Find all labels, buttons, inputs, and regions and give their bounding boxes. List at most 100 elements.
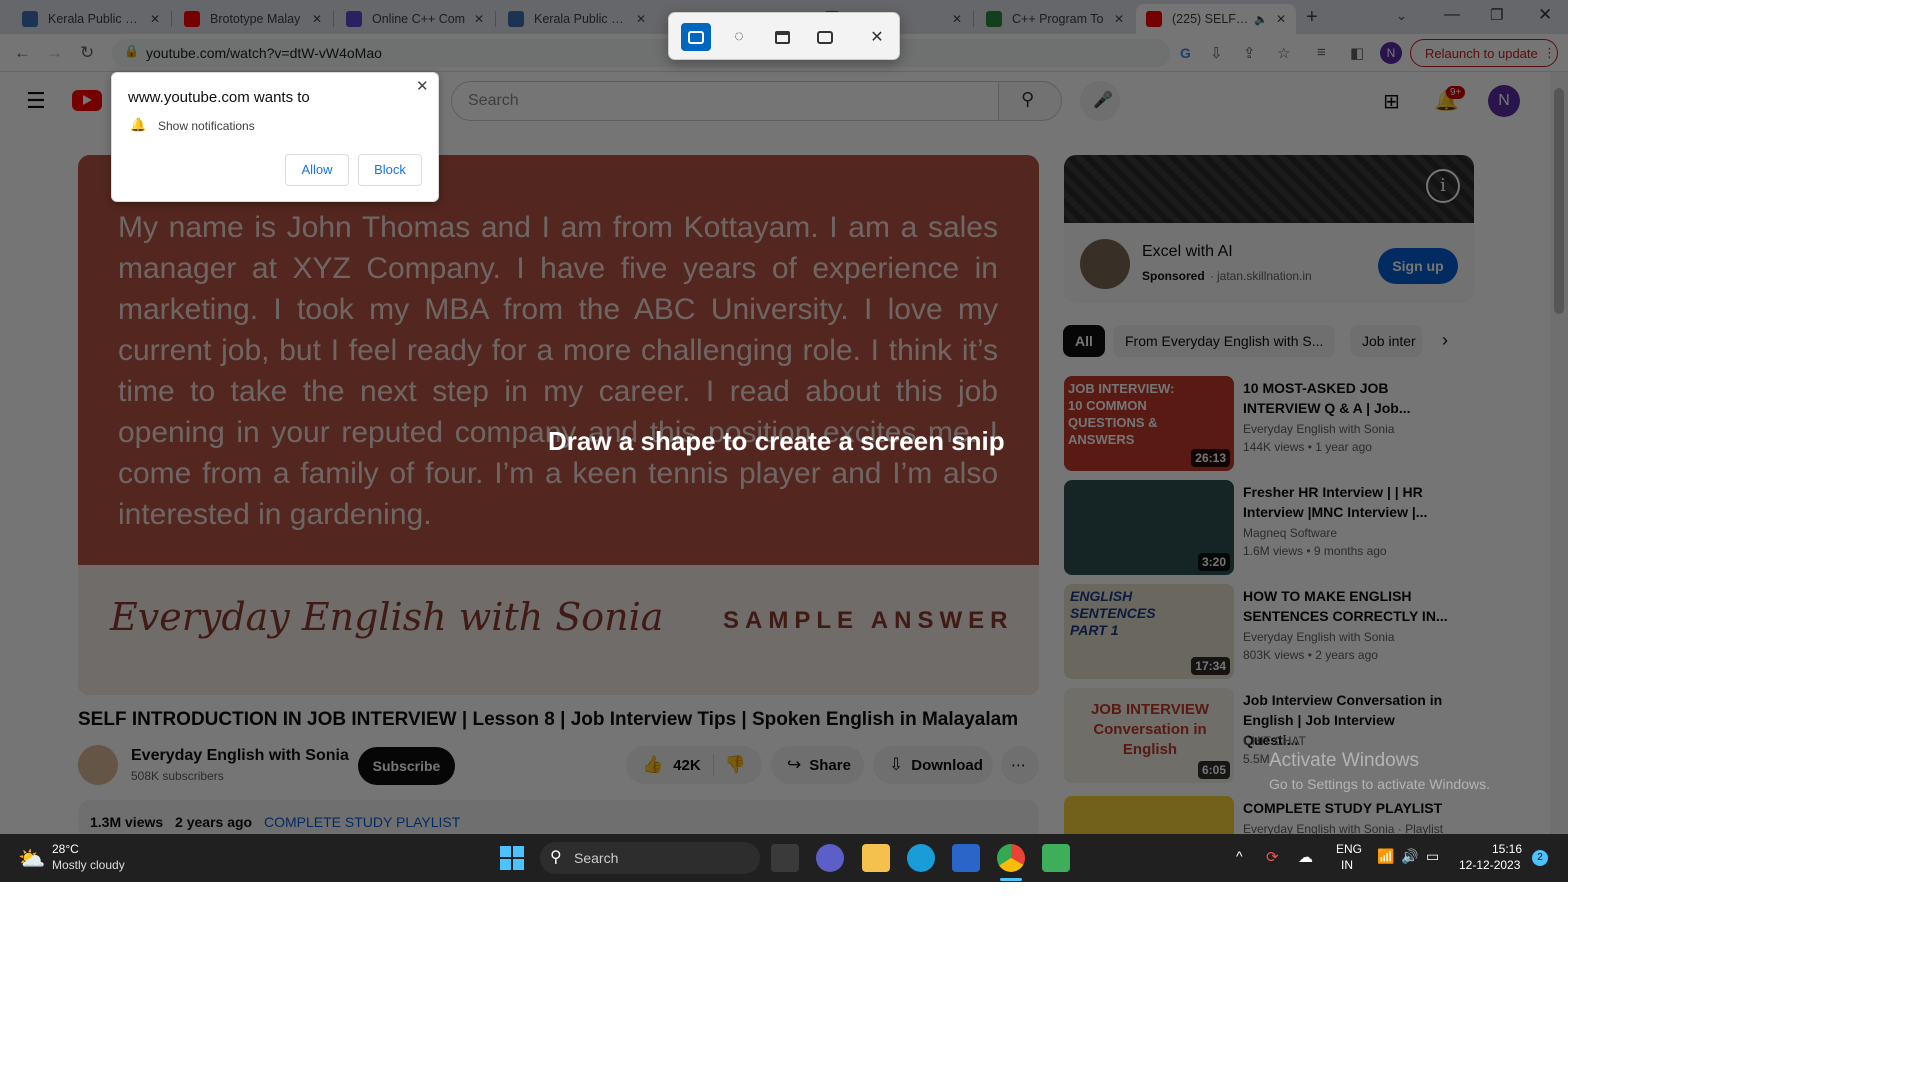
rec-title[interactable]: COMPLETE STUDY PLAYLIST [1243,798,1448,818]
chrome-icon[interactable] [997,844,1025,872]
close-tab-icon[interactable]: ✕ [636,12,646,26]
search-input[interactable]: Search [451,81,999,121]
rec-title[interactable]: HOW TO MAKE ENGLISH SENTENCES CORRECTLY … [1243,586,1448,626]
onedrive-icon[interactable]: ☁ [1298,848,1313,866]
hamburger-menu-icon[interactable]: ☰ [26,88,46,114]
close-snip-button[interactable]: ✕ [862,23,892,51]
like-count[interactable]: 42K [673,757,701,774]
battery-icon[interactable]: ▭ [1426,848,1439,865]
edge-icon[interactable] [907,844,935,872]
minimize-icon[interactable]: — [1444,6,1460,24]
youtube-logo[interactable] [72,90,102,111]
freeform-snip-button[interactable]: ◌ [724,23,754,51]
video-player[interactable]: My name is John Thomas and I am from Kot… [78,155,1039,695]
sponsored-ad[interactable]: i Excel with AI Sponsored · jatan.skilln… [1064,155,1474,303]
rec-channel[interactable]: Magneq Software [1243,526,1337,540]
google-lens-icon[interactable]: G [1180,45,1191,61]
clock-date[interactable]: 12-12-2023 [1459,858,1520,872]
close-tab-icon[interactable]: ✕ [1276,12,1286,26]
close-tab-icon[interactable]: ✕ [312,12,322,26]
search-button[interactable]: ⚲ [998,81,1062,121]
lock-icon[interactable]: 🔒 [124,44,139,58]
allow-button[interactable]: Allow [285,154,349,186]
rec-title[interactable]: Fresher HR Interview | | HR Interview |M… [1243,482,1448,522]
start-button[interactable] [498,844,526,872]
chip-job-interview[interactable]: Job inter [1350,325,1422,357]
region-code[interactable]: IN [1341,858,1353,872]
channel-name[interactable]: Everyday English with Sonia [131,747,349,765]
store-icon[interactable] [952,844,980,872]
subscribe-button[interactable]: Subscribe [358,747,455,785]
window-snip-button[interactable] [767,23,797,51]
more-actions-button[interactable]: ⋯ [1001,746,1039,784]
page-scrollbar[interactable] [1550,72,1568,834]
bookmark-star-icon[interactable]: ☆ [1277,44,1290,62]
share-page-icon[interactable]: ⇪ [1243,44,1256,62]
dislike-icon[interactable]: 👎 [725,755,746,775]
notepad-icon[interactable] [1042,844,1070,872]
side-panel-icon[interactable]: ◧ [1350,44,1364,62]
user-avatar[interactable]: N [1488,85,1520,117]
close-tab-icon[interactable]: ✕ [474,12,484,26]
rec-channel[interactable]: Everyday English with Sonia [1243,422,1394,436]
video-thumbnail[interactable]: ENGLISH SENTENCES PART 1 17:34 [1064,584,1234,679]
recommended-video[interactable]: JOB INTERVIEW: 10 COMMON QUESTIONS & ANS… [1064,376,1484,474]
forward-icon[interactable]: → [46,43,63,63]
chip-channel[interactable]: From Everyday English with S... [1113,325,1336,357]
close-tab-icon[interactable]: ✕ [150,12,160,26]
browser-tab[interactable]: Online C++ Com ✕ [336,4,494,34]
video-thumbnail[interactable]: JOB INTERVIEW Conversation in English 6:0… [1064,688,1234,783]
rectangle-snip-button[interactable] [681,23,711,51]
rec-channel[interactable]: Everyday English with Sonia [1243,630,1394,644]
new-tab-icon[interactable]: + [1306,6,1318,29]
browser-tab[interactable]: C++ Program To ✕ [976,4,1134,34]
playlist-thumbnail[interactable] [1064,796,1234,834]
close-tab-icon[interactable]: ✕ [952,12,962,26]
wifi-icon[interactable]: 📶 [1377,848,1394,865]
rec-channel[interactable]: Everyday English with Sonia · Playlist [1243,822,1443,834]
taskbar-search-box[interactable]: ⚲ Search [540,842,760,874]
url-text[interactable]: youtube.com/watch?v=dtW-vW4oMao [146,45,382,61]
recommended-video[interactable]: ENGLISH SENTENCES PART 1 17:34 HOW TO MAK… [1064,584,1484,682]
browser-tab-active[interactable]: (225) SELF IN 🔈 ✕ [1136,4,1296,34]
ad-signup-button[interactable]: Sign up [1378,248,1458,284]
notification-center-badge[interactable]: 2 [1532,850,1548,866]
block-button[interactable]: Block [358,154,422,186]
tab-search-icon[interactable]: ⌄ [1396,8,1407,24]
chip-all[interactable]: All [1063,325,1105,357]
channel-avatar[interactable] [78,745,118,785]
sync-icon[interactable]: ⟳ [1266,848,1279,866]
download-button[interactable]: ⇩ Download [873,746,993,784]
weather-temp[interactable]: 28°C [52,842,79,856]
speaker-icon[interactable]: 🔈 [1254,13,1268,26]
recommended-playlist[interactable]: COMPLETE STUDY PLAYLIST Everyday English… [1064,796,1484,834]
share-button[interactable]: ↪ Share [771,746,864,784]
chevron-right-icon[interactable]: › [1442,330,1448,351]
weather-icon[interactable]: ⛅ [18,846,45,872]
scrollbar-thumb[interactable] [1554,88,1564,314]
chat-icon[interactable] [816,844,844,872]
browser-tab[interactable]: Kerala Public Ser ✕ [498,4,656,34]
close-tab-icon[interactable]: ✕ [1114,12,1124,26]
kebab-menu-icon[interactable]: ⋮ [1543,45,1556,61]
clock-time[interactable]: 15:16 [1492,842,1522,856]
back-icon[interactable]: ← [14,43,31,63]
weather-desc[interactable]: Mostly cloudy [52,858,125,872]
rec-title[interactable]: 10 MOST-ASKED JOB INTERVIEW Q & A | Job.… [1243,378,1448,418]
video-thumbnail[interactable]: JOB INTERVIEW: 10 COMMON QUESTIONS & ANS… [1064,376,1234,471]
like-icon[interactable]: 👍 [642,755,663,775]
show-hidden-icons-chevron[interactable]: ^ [1236,848,1243,864]
media-control-icon[interactable]: ≡ [1317,44,1326,61]
browser-tab[interactable]: Kerala Public Ser ✕ [12,4,170,34]
rec-channel[interactable]: CHIT CHAT [1243,734,1306,748]
relaunch-button[interactable]: Relaunch to update ⋮ [1410,39,1558,67]
video-thumbnail[interactable]: 3:20 [1064,480,1234,575]
language-code[interactable]: ENG [1336,842,1362,856]
file-explorer-icon[interactable] [862,844,890,872]
profile-avatar[interactable]: N [1380,42,1402,64]
reload-icon[interactable]: ↻ [80,43,94,63]
browser-tab[interactable]: Brototype Malay ✕ [174,4,332,34]
close-icon[interactable]: ✕ [416,77,429,95]
fullscreen-snip-button[interactable] [810,23,840,51]
info-icon[interactable]: i [1426,169,1460,203]
